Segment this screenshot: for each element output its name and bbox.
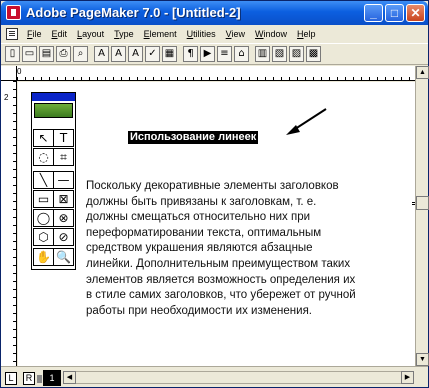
menu-type[interactable]: Type [109, 29, 139, 39]
scroll-up-icon[interactable]: ▲ [416, 66, 429, 79]
constrained-line-tool[interactable]: — [53, 171, 74, 189]
annotation-arrow-icon [286, 108, 327, 135]
body-line: элементов является возможность определен… [86, 273, 356, 286]
paragraph-button[interactable]: ¶ [183, 46, 198, 62]
ruler-label: 2 [4, 93, 9, 102]
window-title: Adobe PageMaker 7.0 - [Untitled-2] [26, 5, 241, 20]
styles-button[interactable]: ≡ [217, 46, 232, 62]
crop-tool[interactable]: ⌗ [53, 148, 74, 166]
ruler-label: 0 [17, 67, 22, 76]
minimize-button[interactable]: _ [364, 4, 383, 22]
scroll-right-icon[interactable]: ▶ [401, 371, 414, 384]
body-line: работы при необходимости их изменения. [86, 304, 312, 317]
font-larger-button[interactable]: A [111, 46, 126, 62]
menu-view[interactable]: View [221, 29, 250, 39]
rectangle-frame-tool[interactable]: ⊠ [53, 190, 74, 208]
open-button[interactable]: ▭ [22, 46, 37, 62]
menu-bar: File Edit Layout Type Element Utilities … [1, 25, 428, 43]
spellcheck-button[interactable]: ✓ [145, 46, 160, 62]
headline-text[interactable]: Использование линеек [128, 131, 259, 144]
toolbox-title-bar[interactable] [32, 93, 75, 101]
new-document-button[interactable]: ▯ [5, 46, 20, 62]
menu-window[interactable]: Window [250, 29, 292, 39]
font-smaller-button[interactable]: A [128, 46, 143, 62]
body-line: должны быть привязаны к заголовкам, т. е… [86, 195, 317, 208]
vertical-scroll-thumb[interactable] [416, 196, 429, 210]
ellipse-frame-tool[interactable]: ⊗ [53, 209, 74, 227]
indents-button[interactable]: ▶ [200, 46, 215, 62]
title-bar[interactable]: Adobe PageMaker 7.0 - [Untitled-2] _ □ ✕ [1, 1, 428, 25]
body-line: в стиле самих заголовков, что убережет о… [86, 289, 356, 302]
pointer-tool[interactable]: ↖ [33, 129, 54, 147]
text-tool[interactable]: T [53, 129, 74, 147]
place-button[interactable]: ▦ [162, 46, 177, 62]
layers-button[interactable]: ▥ [255, 46, 270, 62]
body-line: средством украшения являются абзацные [86, 242, 313, 255]
master-pages-button[interactable]: ▧ [272, 46, 287, 62]
ruler-origin[interactable] [1, 66, 17, 81]
polygon-tool[interactable]: ⬡ [33, 228, 54, 246]
document-icon[interactable] [6, 28, 18, 40]
save-button[interactable]: ▤ [39, 46, 54, 62]
frame-button[interactable]: ⌂ [234, 46, 249, 62]
page-indicator [37, 375, 42, 383]
close-button[interactable]: ✕ [406, 4, 425, 22]
font-button[interactable]: A [94, 46, 109, 62]
right-master-page-icon[interactable]: R [23, 372, 35, 385]
app-window: Adobe PageMaker 7.0 - [Untitled-2] _ □ ✕… [0, 0, 429, 388]
print-button[interactable]: ⎙ [56, 46, 71, 62]
rotate-tool[interactable]: ◌ [33, 148, 54, 166]
status-bar: L R 1 ◀ ▶ [1, 366, 428, 387]
toolbox-palette[interactable]: ↖ T ◌ ⌗ ╲ — ▭ ⊠ ◯ ⊗ ⬡ ⊘ ✋ 🔍 [31, 92, 76, 270]
scroll-down-icon[interactable]: ▼ [416, 353, 429, 366]
body-line: линейки. Дополнительным преимуществом та… [86, 257, 351, 270]
menu-layout[interactable]: Layout [72, 29, 109, 39]
menu-help[interactable]: Help [292, 29, 321, 39]
pagemaker-app-icon[interactable] [6, 5, 21, 20]
find-button[interactable]: ⌕ [73, 46, 88, 62]
page-1-icon[interactable]: 1 [43, 370, 61, 386]
scroll-left-icon[interactable]: ◀ [63, 371, 76, 384]
ellipse-tool[interactable]: ◯ [33, 209, 54, 227]
horizontal-scrollbar[interactable]: ◀ ▶ [63, 371, 414, 384]
body-text-block[interactable]: Поскольку декоративные элементы заголовк… [86, 179, 411, 319]
colors-button[interactable]: ▨ [289, 46, 304, 62]
left-master-page-icon[interactable]: L [5, 372, 17, 385]
zoom-tool[interactable]: 🔍 [53, 248, 74, 266]
maximize-button[interactable]: □ [385, 4, 404, 22]
vertical-ruler[interactable]: 2 [1, 81, 17, 366]
body-line: переформатировании текста, оптимальным [86, 226, 322, 239]
hand-tool[interactable]: ✋ [33, 248, 54, 266]
menu-element[interactable]: Element [139, 29, 182, 39]
menu-file[interactable]: File [22, 29, 47, 39]
rectangle-tool[interactable]: ▭ [33, 190, 54, 208]
menu-edit[interactable]: Edit [47, 29, 73, 39]
vertical-scrollbar[interactable]: ▲ ▼ [415, 66, 429, 366]
polygon-frame-tool[interactable]: ⊘ [53, 228, 74, 246]
toolbox-preview [34, 103, 73, 118]
menu-utilities[interactable]: Utilities [182, 29, 221, 39]
hyperlinks-button[interactable]: ▩ [306, 46, 321, 62]
horizontal-ruler[interactable]: 0 [17, 66, 415, 81]
toolbar: ▯ ▭ ▤ ⎙ ⌕ A A A ✓ ▦ ¶ ▶ ≡ ⌂ ▥ ▧ ▨ ▩ [1, 43, 428, 65]
body-line: Поскольку декоративные элементы заголовк… [86, 180, 339, 192]
line-tool[interactable]: ╲ [33, 171, 54, 189]
body-line: должны смещаться относительно них при [86, 211, 311, 224]
